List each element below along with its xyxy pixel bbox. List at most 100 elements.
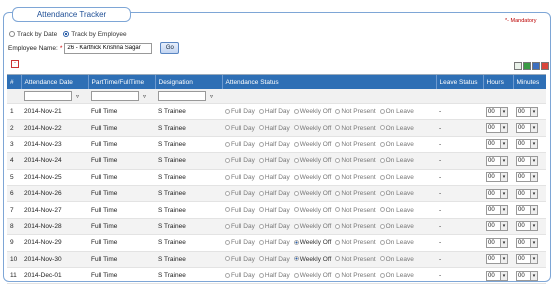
- status-option[interactable]: On Leave: [379, 223, 414, 230]
- go-button[interactable]: Go: [160, 42, 180, 54]
- status-option[interactable]: Not Present: [335, 272, 376, 279]
- status-option[interactable]: Full Day: [225, 141, 255, 148]
- status-option[interactable]: On Leave: [379, 272, 414, 279]
- status-radio[interactable]: [225, 158, 230, 164]
- chevron-down-icon[interactable]: ▾: [531, 123, 538, 134]
- status-option[interactable]: Full Day: [225, 272, 255, 279]
- minutes-select[interactable]: 00: [516, 188, 531, 199]
- status-option[interactable]: Not Present: [335, 207, 376, 214]
- status-option[interactable]: Half Day: [258, 190, 290, 197]
- status-radio[interactable]: [379, 141, 385, 147]
- status-option[interactable]: On Leave: [379, 239, 414, 246]
- status-radio[interactable]: [225, 141, 230, 147]
- status-radio[interactable]: [379, 190, 385, 196]
- status-radio[interactable]: [335, 272, 341, 278]
- status-radio[interactable]: [379, 125, 385, 131]
- status-radio[interactable]: [258, 174, 264, 180]
- chevron-down-icon[interactable]: ▾: [501, 188, 508, 199]
- pdf-export-icon[interactable]: [514, 62, 522, 70]
- status-radio[interactable]: [379, 158, 385, 164]
- status-option[interactable]: On Leave: [379, 174, 414, 181]
- status-option[interactable]: Not Present: [335, 190, 376, 197]
- status-radio[interactable]: [225, 207, 230, 213]
- status-radio[interactable]: [335, 190, 341, 196]
- status-radio[interactable]: [379, 108, 385, 114]
- status-option[interactable]: Full Day: [225, 256, 255, 263]
- word-export-icon[interactable]: [532, 62, 540, 70]
- status-option[interactable]: Full Day: [225, 190, 255, 197]
- col-designation[interactable]: Designation: [155, 75, 223, 89]
- status-radio[interactable]: [225, 190, 230, 196]
- print-icon[interactable]: [541, 62, 549, 70]
- status-radio[interactable]: [379, 223, 385, 229]
- status-option[interactable]: Weekly Off: [293, 157, 331, 164]
- filter-icon[interactable]: ▿: [143, 93, 146, 100]
- hours-select[interactable]: 00: [486, 205, 501, 216]
- hours-select[interactable]: 00: [486, 139, 501, 150]
- status-option[interactable]: Half Day: [258, 157, 290, 164]
- chevron-down-icon[interactable]: ▾: [531, 172, 538, 183]
- status-radio[interactable]: [258, 272, 264, 278]
- status-option[interactable]: Half Day: [258, 125, 290, 132]
- excel-export-icon[interactable]: [523, 62, 531, 70]
- minutes-select[interactable]: 00: [516, 139, 531, 150]
- status-option[interactable]: On Leave: [379, 157, 414, 164]
- status-radio[interactable]: [335, 108, 341, 114]
- chevron-down-icon[interactable]: ▾: [531, 254, 538, 265]
- status-radio[interactable]: [379, 207, 385, 213]
- status-option[interactable]: On Leave: [379, 256, 414, 263]
- collapse-icon[interactable]: -: [11, 60, 19, 68]
- status-option[interactable]: On Leave: [379, 190, 414, 197]
- chevron-down-icon[interactable]: ▾: [501, 139, 508, 150]
- hours-select[interactable]: 00: [486, 188, 501, 199]
- status-radio[interactable]: [293, 272, 299, 278]
- status-radio[interactable]: [225, 240, 230, 246]
- employee-name-field[interactable]: [64, 42, 153, 54]
- minutes-select[interactable]: 00: [516, 172, 531, 183]
- chevron-down-icon[interactable]: ▾: [501, 106, 508, 117]
- status-option[interactable]: Weekly Off: [293, 207, 331, 214]
- status-option[interactable]: Not Present: [335, 174, 376, 181]
- status-option[interactable]: On Leave: [379, 207, 414, 214]
- status-radio[interactable]: [225, 174, 230, 180]
- status-radio[interactable]: [379, 272, 385, 278]
- status-radio[interactable]: [335, 240, 341, 246]
- status-radio[interactable]: [225, 272, 230, 278]
- track-by-date-option[interactable]: Track by Date: [9, 31, 57, 38]
- status-radio[interactable]: [293, 240, 299, 246]
- hours-select[interactable]: 00: [486, 123, 501, 134]
- status-option[interactable]: Half Day: [258, 207, 290, 214]
- type-filter-input[interactable]: [91, 91, 139, 101]
- chevron-down-icon[interactable]: ▾: [531, 221, 538, 232]
- filter-icon[interactable]: ▿: [210, 93, 213, 100]
- status-radio[interactable]: [225, 125, 230, 131]
- status-option[interactable]: Weekly Off: [293, 256, 331, 263]
- chevron-down-icon[interactable]: ▾: [501, 172, 508, 183]
- hours-select[interactable]: 00: [486, 106, 501, 117]
- status-option[interactable]: Not Present: [335, 108, 376, 115]
- status-radio[interactable]: [293, 207, 299, 213]
- status-option[interactable]: Full Day: [225, 125, 255, 132]
- status-radio[interactable]: [258, 240, 264, 246]
- status-radio[interactable]: [258, 158, 264, 164]
- status-radio[interactable]: [379, 174, 385, 180]
- status-option[interactable]: Weekly Off: [293, 125, 331, 132]
- status-radio[interactable]: [379, 240, 385, 246]
- status-radio[interactable]: [293, 158, 299, 164]
- minutes-select[interactable]: 00: [516, 270, 531, 281]
- status-radio[interactable]: [379, 256, 385, 262]
- chevron-down-icon[interactable]: ▾: [501, 237, 508, 248]
- status-option[interactable]: Half Day: [258, 272, 290, 279]
- status-option[interactable]: On Leave: [379, 108, 414, 115]
- status-radio[interactable]: [258, 256, 264, 262]
- hours-select[interactable]: 00: [486, 270, 501, 281]
- status-option[interactable]: Weekly Off: [293, 141, 331, 148]
- status-radio[interactable]: [258, 223, 264, 229]
- chevron-down-icon[interactable]: ▾: [531, 237, 538, 248]
- status-radio[interactable]: [293, 125, 299, 131]
- status-radio[interactable]: [293, 190, 299, 196]
- chevron-down-icon[interactable]: ▾: [501, 221, 508, 232]
- track-by-employee-option[interactable]: Track by Employee: [63, 31, 127, 38]
- status-radio[interactable]: [225, 108, 230, 114]
- status-option[interactable]: Half Day: [258, 223, 290, 230]
